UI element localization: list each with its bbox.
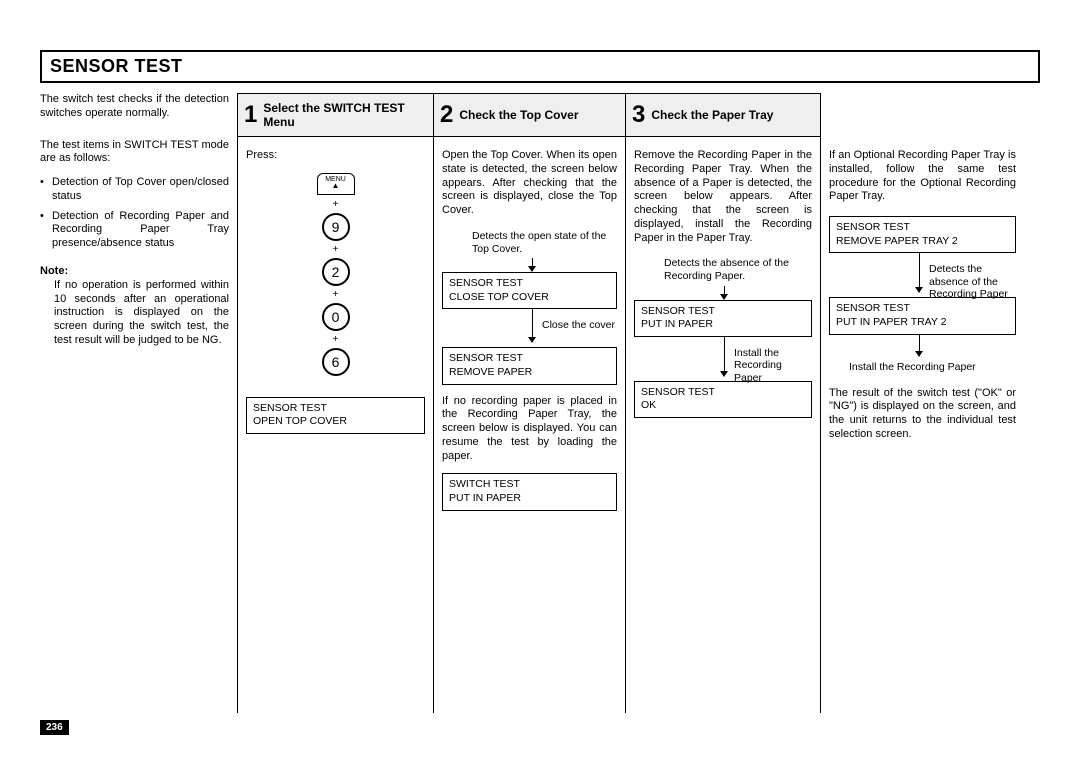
caption: Close the cover: [542, 319, 615, 331]
screen-display: SENSOR TEST OPEN TOP COVER: [246, 397, 425, 434]
main-title: SENSOR TEST: [50, 56, 1030, 77]
caption: Detects the absence of the Recording Pap…: [929, 263, 1016, 301]
step-number: 2: [440, 101, 453, 129]
note-body: If no operation is performed within 10 s…: [54, 279, 229, 348]
step1-header: 1 Select the SWITCH TEST Menu: [237, 93, 434, 137]
step3-text1: Remove the Recording Paper in the Record…: [634, 149, 812, 245]
step-title: Check the Top Cover: [459, 108, 578, 122]
caption: Install the Recording Paper: [734, 347, 812, 385]
bullet-item: •Detection of Top Cover open/closed stat…: [40, 176, 229, 204]
screen-display: SENSOR TEST CLOSE TOP COVER: [442, 272, 617, 309]
step3-header: 3 Check the Paper Tray: [625, 93, 821, 137]
step-number: 1: [244, 101, 257, 129]
step-title: Select the SWITCH TEST Menu: [263, 101, 427, 130]
col4-text2: The result of the switch test ("OK" or "…: [829, 387, 1016, 442]
screen-display: SENSOR TEST REMOVE PAPER: [442, 347, 617, 384]
screen-display: SENSOR TEST OK: [634, 381, 812, 418]
screen-display: SENSOR TEST PUT IN PAPER: [634, 300, 812, 337]
page-number-badge: 236: [40, 720, 69, 735]
plus-icon: +: [246, 199, 425, 210]
caption: Install the Recording Paper: [849, 361, 1016, 373]
column-step3: 3 Check the Paper Tray Remove the Record…: [626, 93, 821, 713]
caption: Detects the open state of the Top Cover.: [472, 230, 617, 256]
bullet-item: •Detection of Recording Paper and Record…: [40, 210, 229, 251]
step2-text1: Open the Top Cover. When its open state …: [442, 149, 617, 218]
items-intro: The test items in SWITCH TEST mode are a…: [40, 139, 229, 167]
press-label: Press:: [246, 149, 425, 163]
screen-display: SWITCH TEST PUT IN PAPER: [442, 473, 617, 510]
col4-text1: If an Optional Recording Paper Tray is i…: [829, 149, 1016, 204]
digit-key-icon: 6: [322, 348, 350, 376]
digit-key-icon: 0: [322, 303, 350, 331]
plus-icon: +: [246, 244, 425, 255]
col4-flow: SENSOR TEST REMOVE PAPER TRAY 2 Detects …: [829, 214, 1016, 373]
plus-icon: +: [246, 289, 425, 300]
main-title-box: SENSOR TEST: [40, 50, 1040, 83]
digit-key-icon: 2: [322, 258, 350, 286]
screen-display: SENSOR TEST REMOVE PAPER TRAY 2: [829, 216, 1016, 253]
step-number: 3: [632, 101, 645, 129]
intro-text: The switch test checks if the detection …: [40, 93, 229, 121]
column-step1: 1 Select the SWITCH TEST Menu Press: MEN…: [238, 93, 434, 713]
step3-flow: Detects the absence of the Recording Pap…: [634, 255, 812, 418]
step2-text2: If no recording paper is placed in the R…: [442, 395, 617, 464]
column-intro: The switch test checks if the detection …: [40, 93, 238, 713]
digit-key-icon: 9: [322, 213, 350, 241]
menu-key-icon: MENU▲: [317, 173, 355, 195]
column-continuation: If an Optional Recording Paper Tray is i…: [821, 93, 1016, 713]
plus-icon: +: [246, 334, 425, 345]
step-title: Check the Paper Tray: [651, 108, 773, 122]
note-label: Note:: [40, 265, 229, 277]
bullet-list: •Detection of Top Cover open/closed stat…: [40, 176, 229, 251]
column-step2: 2 Check the Top Cover Open the Top Cover…: [434, 93, 626, 713]
content-columns: The switch test checks if the detection …: [40, 93, 1040, 713]
step2-header: 2 Check the Top Cover: [433, 93, 626, 137]
step2-flow: Detects the open state of the Top Cover.…: [442, 228, 617, 385]
caption: Detects the absence of the Recording Pap…: [664, 257, 812, 283]
key-sequence: MENU▲ + 9 + 2 + 0 + 6: [246, 173, 425, 377]
triangle-up-icon: ▲: [332, 181, 340, 190]
screen-display: SENSOR TEST PUT IN PAPER TRAY 2: [829, 297, 1016, 334]
